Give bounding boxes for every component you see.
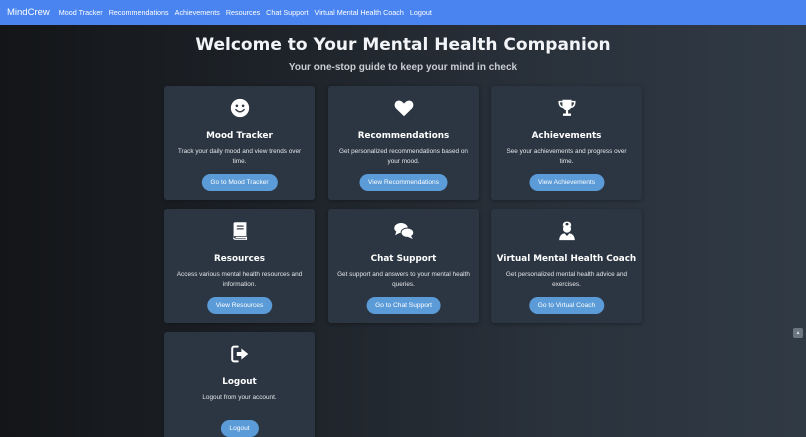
card-virtual-coach: Virtual Mental Health Coach Get personal… — [491, 209, 642, 323]
brand-link[interactable]: MindCrew — [7, 7, 50, 18]
card-description: Access various mental health resources a… — [176, 271, 303, 288]
card-title: Achievements — [531, 131, 602, 141]
chat-bubbles-icon — [328, 220, 479, 242]
nav-link-chat-support[interactable]: Chat Support — [266, 8, 308, 17]
card-resources: Resources Access various mental health r… — [164, 209, 315, 323]
card-title: Chat Support — [370, 254, 437, 264]
card-title: Mood Tracker — [206, 131, 273, 141]
page-subtitle: Your one-stop guide to keep your mind in… — [288, 62, 518, 73]
sign-out-icon — [164, 343, 315, 365]
card-description: Logout from your account. — [202, 394, 277, 401]
card-description: Track your daily mood and view trends ov… — [177, 148, 302, 165]
heart-icon — [328, 97, 479, 119]
nav-link-logout[interactable]: Logout — [410, 8, 432, 17]
card-description: Get personalized mental health advice an… — [505, 271, 628, 288]
card-title: Resources — [213, 254, 266, 264]
card-chat-support: Chat Support Get support and answers to … — [328, 209, 479, 323]
nav-link-achievements[interactable]: Achievements — [175, 8, 220, 17]
card-title: Virtual Mental Health Coach — [496, 254, 637, 264]
card-logout: Logout Logout from your account. Logout — [164, 332, 315, 437]
trophy-icon — [491, 97, 642, 119]
view-recommendations-button[interactable]: View Recommendations — [359, 174, 448, 191]
nav-link-resources[interactable]: Resources — [226, 8, 260, 17]
card-description: Get personalized recommendations based o… — [339, 148, 468, 165]
card-title: Recommendations — [357, 131, 450, 141]
card-achievements: Achievements See your achievements and p… — [491, 86, 642, 200]
go-to-mood-tracker-button[interactable]: Go to Mood Tracker — [201, 174, 278, 191]
card-recommendations: Recommendations Get personalized recomme… — [328, 86, 479, 200]
card-mood-tracker: Mood Tracker Track your daily mood and v… — [164, 86, 315, 200]
go-to-virtual-coach-button[interactable]: Go to Virtual Coach — [528, 297, 605, 314]
logout-button[interactable]: Logout — [220, 420, 259, 437]
smiley-face-icon — [164, 97, 315, 119]
book-icon — [164, 220, 315, 242]
top-navbar: MindCrew Mood Tracker Recommendations Ac… — [0, 0, 806, 25]
doctor-icon — [491, 220, 642, 242]
nav-link-virtual-coach[interactable]: Virtual Mental Health Coach — [315, 8, 404, 17]
go-to-chat-support-button[interactable]: Go to Chat Support — [366, 297, 441, 314]
card-title: Logout — [222, 377, 257, 387]
card-description: See your achievements and progress over … — [506, 148, 627, 165]
page-title: Welcome to Your Mental Health Companion — [195, 35, 611, 55]
nav-link-recommendations[interactable]: Recommendations — [109, 8, 169, 17]
card-description: Get support and answers to your mental h… — [337, 271, 470, 288]
view-achievements-button[interactable]: View Achievements — [528, 174, 605, 191]
nav-link-mood-tracker[interactable]: Mood Tracker — [59, 8, 103, 17]
scroll-to-top-icon[interactable]: ▴ — [793, 328, 803, 338]
view-resources-button[interactable]: View Resources — [206, 297, 273, 314]
